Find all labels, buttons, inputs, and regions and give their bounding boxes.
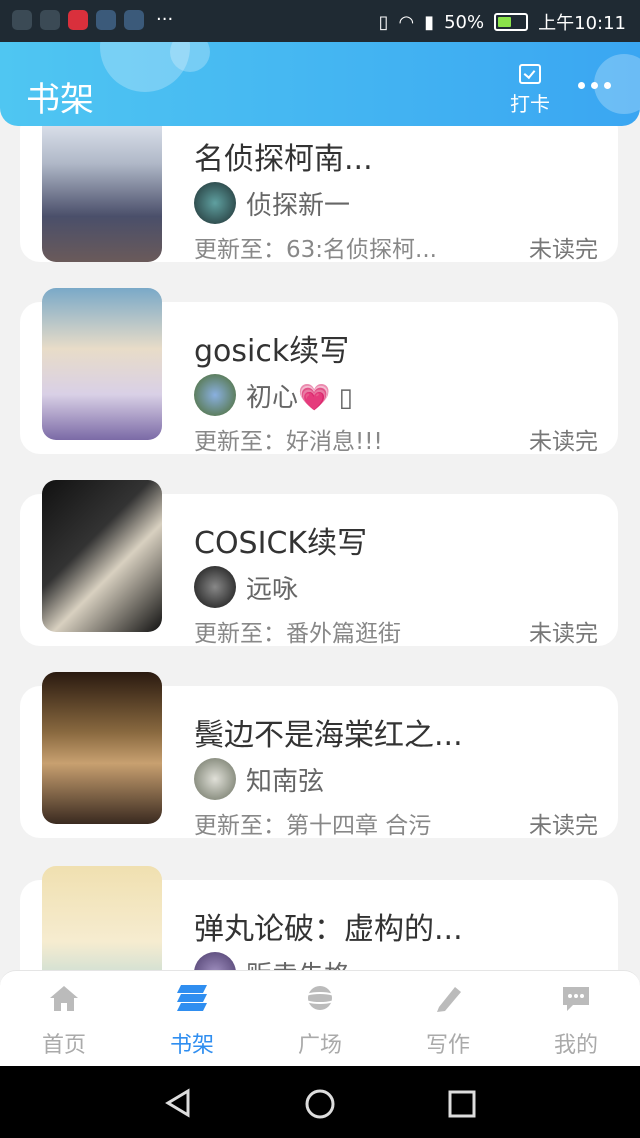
book-cover — [42, 672, 162, 824]
chat-icon — [563, 987, 589, 1011]
author-row: 贩卖先格 — [194, 952, 350, 970]
back-icon[interactable] — [164, 1088, 192, 1118]
more-options-button[interactable] — [578, 82, 618, 94]
checkin-label: 打卡 — [510, 92, 550, 116]
read-status: 未读完 — [529, 621, 598, 647]
book-update: 更新至：第十四章 合污 — [194, 813, 432, 839]
book-title: 鬓边不是海棠红之... — [194, 718, 463, 753]
book-title: 弹丸论破：虚构的... — [194, 912, 463, 947]
bookshelf-list[interactable]: 名侦探柯南... 侦探新一 更新至：63:名侦探柯... 未读完 gosick续… — [0, 0, 640, 970]
author-avatar — [194, 374, 236, 416]
page-title: 书架 — [26, 80, 94, 120]
book-cover — [42, 288, 162, 440]
author-row: 知南弦 — [194, 758, 324, 800]
book-update: 更新至：好消息!!! — [194, 429, 383, 455]
book-title: gosick续写 — [194, 334, 350, 369]
tab-label: 写作 — [425, 1033, 470, 1058]
book-card[interactable]: 弹丸论破：虚构的... 贩卖先格 — [20, 866, 618, 970]
author-avatar — [194, 566, 236, 608]
author-avatar — [194, 182, 236, 224]
book-title: COSICK续写 — [194, 526, 368, 561]
dot-icon — [591, 82, 598, 89]
recents-icon[interactable] — [448, 1090, 476, 1118]
dot-icon — [604, 82, 611, 89]
book-update: 更新至：番外篇逛街 — [194, 621, 401, 647]
tab-label: 书架 — [169, 1033, 214, 1058]
author-row: 初心💗 ▯ — [194, 374, 353, 416]
tab-write[interactable]: 写作 — [384, 971, 512, 1067]
author-name: 初心💗 ▯ — [246, 382, 353, 413]
tab-me[interactable]: 我的 — [512, 971, 640, 1067]
calendar-check-icon — [519, 64, 541, 84]
system-nav-bar — [0, 1066, 640, 1138]
author-name: 侦探新一 — [246, 190, 351, 221]
book-cover — [42, 110, 162, 262]
author-name: 远咏 — [246, 574, 299, 605]
tab-square[interactable]: 广场 — [256, 971, 384, 1067]
tab-label: 首页 — [41, 1033, 86, 1058]
dot-icon — [578, 82, 585, 89]
book-cover — [42, 866, 162, 970]
author-row: 远咏 — [194, 566, 298, 608]
author-avatar — [194, 952, 236, 970]
home-circle-icon[interactable] — [304, 1088, 336, 1120]
read-status: 未读完 — [529, 237, 598, 263]
home-icon — [50, 986, 78, 1011]
book-card[interactable]: 名侦探柯南... 侦探新一 更新至：63:名侦探柯... 未读完 — [20, 102, 618, 263]
author-name: 知南弦 — [246, 766, 325, 797]
book-cover — [42, 480, 162, 632]
tab-label: 我的 — [553, 1033, 598, 1058]
bookshelf-icon — [177, 985, 207, 1011]
tab-home[interactable]: 首页 — [0, 971, 128, 1067]
author-name: 贩卖先格 — [246, 955, 350, 971]
read-status: 未读完 — [529, 813, 598, 839]
tab-label: 广场 — [297, 1033, 342, 1058]
app-header: 书架 打卡 — [0, 42, 640, 126]
book-card[interactable]: COSICK续写 远咏 更新至：番外篇逛街 未读完 — [20, 480, 618, 647]
book-card[interactable]: 鬓边不是海棠红之... 知南弦 更新至：第十四章 合污 未读完 — [20, 672, 618, 839]
planet-icon — [302, 986, 338, 1010]
book-title: 名侦探柯南... — [194, 142, 373, 177]
pen-icon — [437, 987, 461, 1012]
author-avatar — [194, 758, 236, 800]
tab-bookshelf[interactable]: 书架 — [128, 971, 256, 1067]
bottom-tab-bar: 首页 书架 广场 写作 我的 — [0, 970, 640, 1067]
book-card[interactable]: gosick续写 初心💗 ▯ 更新至：好消息!!! 未读完 — [20, 288, 618, 455]
book-update: 更新至：63:名侦探柯... — [194, 237, 437, 263]
author-row: 侦探新一 — [194, 182, 350, 224]
read-status: 未读完 — [529, 429, 598, 455]
checkin-button[interactable]: 打卡 — [504, 64, 556, 117]
